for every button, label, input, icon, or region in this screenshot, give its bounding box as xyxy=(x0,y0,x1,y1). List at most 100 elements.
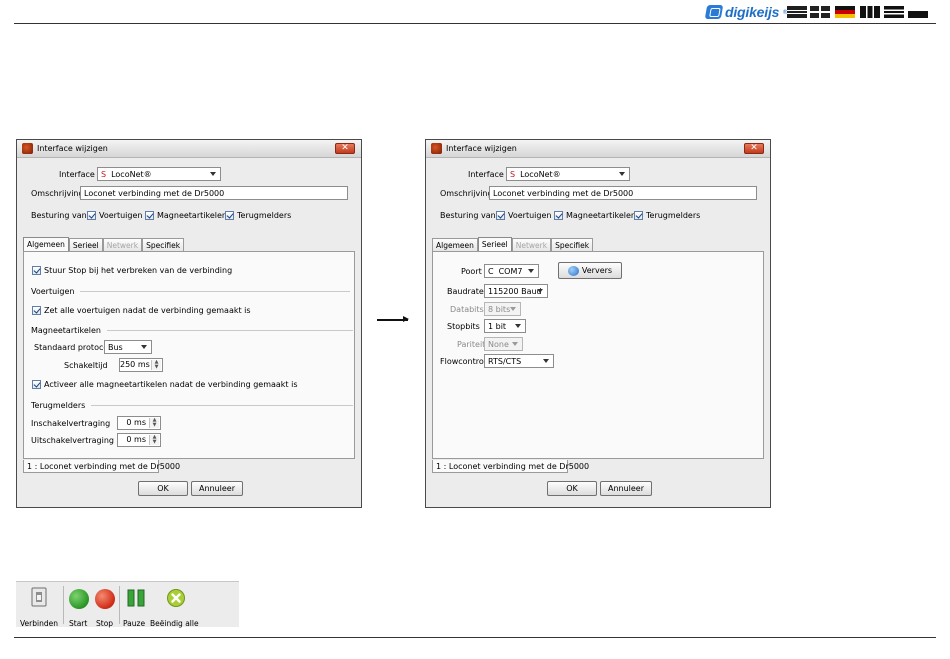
dialog-titlebar[interactable]: Interface wijzigen ✕ xyxy=(426,140,770,158)
uk-flag-icon[interactable] xyxy=(810,6,830,18)
cancel-button[interactable]: Annuleer xyxy=(600,481,652,496)
chevron-down-icon xyxy=(512,342,518,346)
digikeijs-logo: digikeijs ® xyxy=(704,4,788,20)
protocol-select[interactable]: Bus xyxy=(104,340,152,354)
activate-magnets-checkbox[interactable]: Activeer alle magneetartikelen nadat de … xyxy=(32,377,298,391)
dialog-title: Interface wijzigen xyxy=(37,144,108,153)
ok-button[interactable]: OK xyxy=(138,481,188,496)
vehicles-off-checkbox[interactable]: Zet alle voertuigen nadat de verbinding … xyxy=(32,303,251,317)
stop-on-disconnect-checkbox[interactable]: Stuur Stop bij het verbreken van de verb… xyxy=(32,263,232,277)
stopbits-label: Stopbits xyxy=(447,321,480,331)
vehicles-label: Voertuigen xyxy=(508,210,552,220)
interface-value: LocoNet® xyxy=(111,169,152,179)
feedback-checkbox[interactable]: Terugmelders xyxy=(634,208,700,222)
switch-icon xyxy=(31,587,47,607)
protocol-value: Bus xyxy=(108,342,123,352)
magnets-label: Magneetartikelen xyxy=(157,210,227,220)
ok-button[interactable]: OK xyxy=(547,481,597,496)
left-interface-dialog: Interface wijzigen ✕ Interface S LocoNet… xyxy=(16,139,362,508)
checkbox-icon xyxy=(87,210,96,220)
pause-button[interactable]: Pauze xyxy=(122,586,150,628)
magnets-section-title: Magneetartikelen xyxy=(31,326,101,335)
spinner-arrows-icon[interactable]: ▲ ▼ xyxy=(151,360,161,370)
protocol-label: Standaard protocol xyxy=(34,342,111,352)
description-field[interactable]: Loconet verbinding met de Dr5000 xyxy=(80,186,348,200)
tab-specifiek[interactable]: Specifiek xyxy=(142,238,185,251)
end-all-button[interactable]: Beëindig alle xyxy=(150,586,202,628)
connection-tab[interactable]: 1 : Loconet verbinding met de Dr5000 xyxy=(23,460,180,473)
app-icon xyxy=(431,143,442,154)
flowcontrol-select[interactable]: RTS/CTS xyxy=(484,354,554,368)
tab-serieel[interactable]: Serieel xyxy=(68,238,103,251)
connect-label: Verbinden xyxy=(20,619,58,628)
interface-label: Interface xyxy=(468,169,504,179)
port-value: COM7 xyxy=(498,266,523,276)
close-button[interactable]: ✕ xyxy=(335,143,355,154)
on-delay-spinner[interactable]: 0 ms ▲ ▼ xyxy=(117,416,161,430)
lu-flag-icon[interactable] xyxy=(908,6,928,18)
feedback-section-title: Terugmelders xyxy=(31,401,86,410)
baud-value: 115200 Baud xyxy=(488,286,542,296)
tab-algemeen[interactable]: Algemeen xyxy=(432,238,478,251)
interface-select[interactable]: S LocoNet® xyxy=(506,167,630,181)
nl-flag-icon[interactable] xyxy=(787,6,807,18)
end-all-icon xyxy=(167,589,185,607)
control-label: Besturing van xyxy=(440,210,496,220)
chevron-down-icon xyxy=(510,307,516,311)
description-field[interactable]: Loconet verbinding met de Dr5000 xyxy=(489,186,757,200)
logo-icon xyxy=(704,5,724,19)
port-select[interactable]: C COM7 xyxy=(484,264,539,278)
vehicles-checkbox[interactable]: Voertuigen xyxy=(87,208,142,222)
tab-serieel[interactable]: Serieel xyxy=(477,237,512,251)
description-label: Omschrijving xyxy=(31,188,84,198)
vehicles-checkbox[interactable]: Voertuigen xyxy=(496,208,551,222)
dialog-titlebar[interactable]: Interface wijzigen ✕ xyxy=(17,140,361,158)
baud-select[interactable]: 115200 Baud xyxy=(484,284,548,298)
de-flag-icon[interactable] xyxy=(835,6,855,18)
off-delay-spinner[interactable]: 0 ms ▲ ▼ xyxy=(117,433,161,447)
off-delay-label: Uitschakelvertraging xyxy=(31,435,114,445)
close-button[interactable]: ✕ xyxy=(744,143,764,154)
vehicles-label: Voertuigen xyxy=(99,210,143,220)
interface-prefix: S xyxy=(510,169,516,179)
feedback-section: Terugmelders xyxy=(31,401,354,410)
switch-time-spinner[interactable]: 250 ms ▲ ▼ xyxy=(119,358,163,372)
app-icon xyxy=(22,143,33,154)
it-flag-icon[interactable] xyxy=(884,6,904,18)
feedback-label: Terugmelders xyxy=(237,210,292,220)
dialog-title: Interface wijzigen xyxy=(446,144,517,153)
magnets-checkbox[interactable]: Magneetartikelen xyxy=(554,208,636,222)
connection-tab[interactable]: 1 : Loconet verbinding met de Dr5000 xyxy=(432,460,589,473)
stopbits-select[interactable]: 1 bit xyxy=(484,319,526,333)
refresh-button[interactable]: Ververs xyxy=(558,262,622,279)
refresh-icon xyxy=(567,265,579,276)
baud-label: Baudrate xyxy=(447,286,484,296)
fr-flag-icon[interactable] xyxy=(860,6,880,18)
chevron-down-icon xyxy=(210,172,216,176)
on-delay-label: Inschakelvertraging xyxy=(31,418,111,428)
interface-prefix: S xyxy=(101,169,107,179)
tab-algemeen[interactable]: Algemeen xyxy=(23,237,69,251)
pause-label: Pauze xyxy=(123,619,146,628)
magnets-checkbox[interactable]: Magneetartikelen xyxy=(145,208,227,222)
checkbox-icon xyxy=(32,379,41,389)
parity-select: None xyxy=(484,337,523,351)
spinner-arrows-icon[interactable]: ▲ ▼ xyxy=(149,418,159,428)
feedback-checkbox[interactable]: Terugmelders xyxy=(225,208,291,222)
spinner-arrows-icon[interactable]: ▲ ▼ xyxy=(149,435,159,445)
vehicles-section-title: Voertuigen xyxy=(31,287,75,296)
toolbar-separator xyxy=(63,586,64,624)
interface-select[interactable]: S LocoNet® xyxy=(97,167,221,181)
connect-button[interactable]: Verbinden xyxy=(18,586,60,628)
cancel-button[interactable]: Annuleer xyxy=(191,481,243,496)
chevron-down-icon xyxy=(543,359,549,363)
tab-bar: Algemeen Serieel Netwerk Specifiek xyxy=(432,237,594,251)
section-divider xyxy=(91,405,354,406)
stop-button[interactable]: Stop xyxy=(94,586,116,628)
tab-specifiek[interactable]: Specifiek xyxy=(551,238,594,251)
magnets-label: Magneetartikelen xyxy=(566,210,636,220)
parity-value: None xyxy=(488,339,509,349)
start-button[interactable]: Start xyxy=(68,586,90,628)
chevron-down-icon xyxy=(528,269,534,273)
flowcontrol-label: Flowcontrol xyxy=(440,356,486,366)
